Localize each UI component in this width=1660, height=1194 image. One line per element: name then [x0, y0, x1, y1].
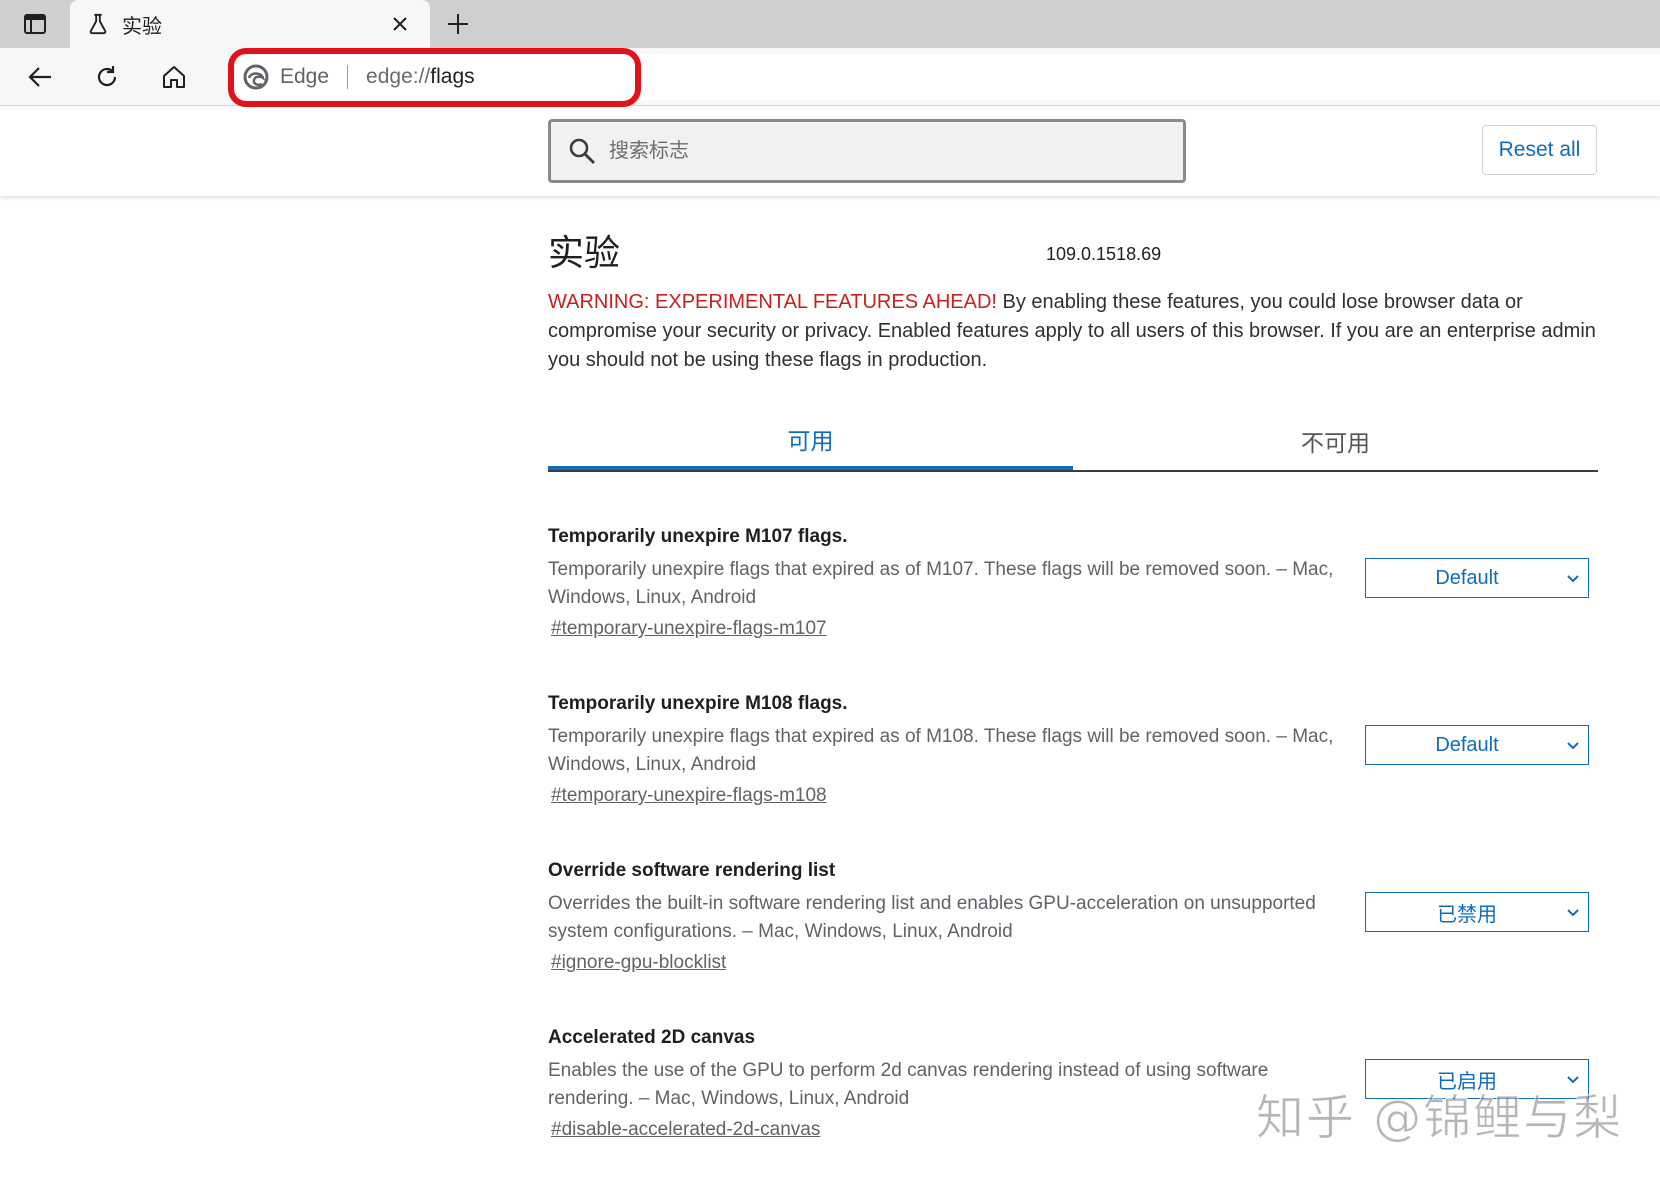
flask-icon [86, 12, 110, 36]
watermark: 知乎 @锦鲤与梨 [1255, 1090, 1624, 1147]
warning-message: WARNING: EXPERIMENTAL FEATURES AHEAD! By… [548, 288, 1598, 375]
site-identity-label: Edge [280, 65, 330, 88]
chevron-down-icon [1558, 570, 1588, 586]
tab-actions-button[interactable] [0, 0, 70, 48]
refresh-icon [97, 66, 117, 87]
experiment-title: Temporarily unexpire M108 flags. [548, 693, 848, 714]
experiment-item: Temporarily unexpire M108 flags. Tempora… [548, 693, 1598, 860]
experiment-state-select[interactable]: Default [1365, 558, 1589, 598]
experiment-item: Override software rendering list Overrid… [548, 860, 1598, 1027]
url-path: flags [430, 65, 475, 88]
refresh-button[interactable] [87, 57, 127, 97]
tab-actions-icon [24, 14, 46, 34]
home-button[interactable] [154, 57, 194, 97]
home-icon [163, 66, 185, 88]
plus-icon [448, 14, 468, 34]
tab-available[interactable]: 可用 [548, 412, 1073, 470]
reset-all-button[interactable]: Reset all [1482, 125, 1597, 175]
browser-toolbar: Edge edge://flags [0, 48, 1660, 106]
experiment-permalink[interactable]: #temporary-unexpire-flags-m108 [551, 785, 827, 807]
experiment-title: Override software rendering list [548, 860, 836, 881]
experiment-state-value: Default [1435, 566, 1499, 589]
version-label: 109.0.1518.69 [1046, 244, 1162, 264]
experiment-state-select[interactable]: 已禁用 [1365, 892, 1589, 932]
tab-unavailable[interactable]: 不可用 [1073, 412, 1598, 470]
experiment-title: Accelerated 2D canvas [548, 1027, 756, 1048]
new-tab-button[interactable] [440, 6, 476, 42]
close-icon[interactable] [386, 10, 414, 38]
flags-header: Reset all [0, 107, 1660, 196]
experiment-permalink[interactable]: #disable-accelerated-2d-canvas [551, 1119, 820, 1141]
experiment-permalink[interactable]: #ignore-gpu-blocklist [551, 952, 726, 974]
address-bar[interactable]: Edge edge://flags [230, 54, 1660, 100]
edge-logo-icon [242, 63, 270, 91]
page-title: 实验 [548, 232, 621, 273]
experiment-description: Enables the use of the GPU to perform 2d… [548, 1060, 1269, 1109]
experiment-state-value: 已禁用 [1437, 903, 1497, 926]
experiment-description: Temporarily unexpire flags that expired … [548, 726, 1334, 775]
experiment-item: Temporarily unexpire M107 flags. Tempora… [548, 526, 1598, 693]
tab-title: 实验 [122, 15, 162, 38]
experiment-description: Overrides the built-in software renderin… [548, 893, 1316, 942]
warning-heading: WARNING: EXPERIMENTAL FEATURES AHEAD! [548, 291, 997, 313]
search-icon [567, 136, 597, 166]
experiment-state-value: Default [1435, 733, 1499, 756]
experiment-description: Temporarily unexpire flags that expired … [548, 559, 1334, 608]
search-flags-input[interactable] [609, 139, 1169, 163]
chevron-down-icon [1558, 737, 1588, 753]
experiment-state-select[interactable]: Default [1365, 725, 1589, 765]
tab-strip: 实验 [0, 0, 1660, 48]
url-scheme: edge:// [366, 65, 431, 88]
back-button[interactable] [20, 57, 60, 97]
experiment-permalink[interactable]: #temporary-unexpire-flags-m107 [551, 618, 827, 640]
address-divider [347, 65, 349, 89]
search-box[interactable] [548, 119, 1186, 183]
browser-tab-active[interactable]: 实验 [70, 0, 430, 48]
arrow-left-icon [28, 67, 51, 87]
experiment-title: Temporarily unexpire M107 flags. [548, 526, 848, 547]
flags-tabs: 可用 不可用 [548, 412, 1598, 472]
chevron-down-icon [1558, 904, 1588, 920]
